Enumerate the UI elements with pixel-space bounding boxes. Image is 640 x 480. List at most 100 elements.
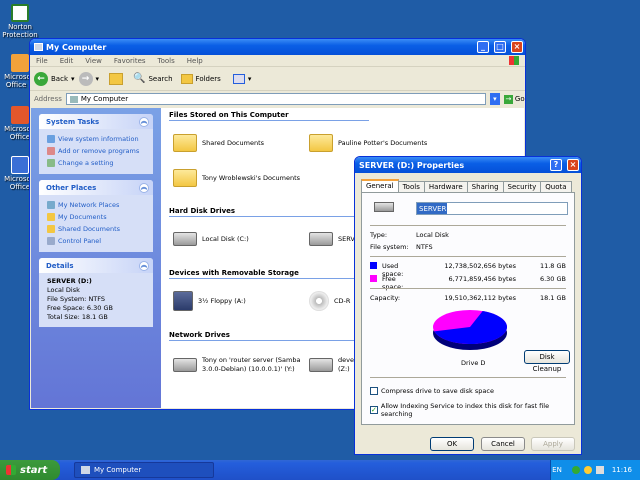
tab-general[interactable]: General <box>361 179 399 192</box>
item-pauline-documents[interactable]: Pauline Potter's Documents <box>309 134 427 152</box>
drive-name-input[interactable] <box>416 202 568 215</box>
desktop-icon-label: Norton Protection <box>2 23 38 39</box>
explorer-titlebar[interactable]: My Computer _ □ × <box>30 39 525 55</box>
other-places-header[interactable]: Other Places ︽ <box>39 180 153 195</box>
tray-icon[interactable] <box>595 466 604 474</box>
menu-bar: File Edit View Favorites Tools Help <box>30 55 525 67</box>
network-drive-icon <box>173 358 197 372</box>
item-local-disk-c[interactable]: Local Disk (C:) <box>173 232 249 246</box>
up-folder-icon[interactable] <box>109 72 124 85</box>
system-tasks-header[interactable]: System Tasks ︽ <box>39 114 153 129</box>
ok-button[interactable]: OK <box>430 437 474 451</box>
chevron-down-icon: ▾ <box>247 74 252 83</box>
item-network-z[interactable]: deve (Z:) <box>309 356 358 374</box>
tab-security[interactable]: Security <box>502 181 542 192</box>
detail-type: Local Disk <box>47 286 80 294</box>
maximize-button[interactable]: □ <box>494 41 506 53</box>
search-button[interactable]: 🔍 Search <box>133 73 173 84</box>
place-label: Shared Documents <box>58 225 121 233</box>
task-change-setting[interactable]: Change a setting <box>47 157 145 169</box>
chevron-down-icon: ▾ <box>71 74 75 83</box>
tray-icon[interactable] <box>583 466 592 474</box>
desktop-icon-norton[interactable]: Norton Protection <box>0 4 40 39</box>
tab-tools[interactable]: Tools <box>397 181 425 192</box>
views-button[interactable]: ▾ <box>232 73 252 84</box>
place-shared-documents[interactable]: Shared Documents <box>47 223 145 235</box>
checkbox-box: ✓ <box>370 406 378 414</box>
fs-row: File system: NTFS <box>370 243 433 251</box>
menu-view[interactable]: View <box>85 57 102 65</box>
task-view-system-info[interactable]: View system information <box>47 133 145 145</box>
task-label: Add or remove programs <box>58 147 140 155</box>
help-button[interactable]: ? <box>550 159 562 171</box>
compress-checkbox[interactable]: Compress drive to save disk space <box>370 387 494 395</box>
tab-hardware[interactable]: Hardware <box>423 181 468 192</box>
address-dropdown-icon[interactable]: ▾ <box>489 93 500 105</box>
address-input[interactable]: My Computer <box>65 93 486 105</box>
dialog-close-button[interactable]: × <box>567 159 579 171</box>
section-files: Files Stored on This Computer <box>169 111 369 121</box>
type-row: Type: Local Disk <box>370 231 449 239</box>
control-panel-icon <box>47 237 55 245</box>
place-control-panel[interactable]: Control Panel <box>47 235 145 247</box>
collapse-icon[interactable]: ︽ <box>139 116 149 127</box>
item-network-y[interactable]: Tony on 'router server (Samba 3.0.0-Debi… <box>173 356 303 374</box>
free-color-swatch <box>370 275 377 282</box>
item-server-d[interactable]: SERV <box>309 232 355 246</box>
tray-icon[interactable] <box>571 466 580 474</box>
item-cd-drive[interactable]: CD-R <box>309 291 350 311</box>
forward-arrow-icon: → <box>78 71 93 86</box>
windows-logo-icon <box>6 465 16 475</box>
fs-label: File system: <box>370 243 409 251</box>
item-label: Tony Wroblewski's Documents <box>202 173 301 182</box>
divider <box>370 225 566 226</box>
start-button[interactable]: start <box>0 460 60 480</box>
collapse-icon[interactable]: ︽ <box>139 260 149 271</box>
go-arrow-icon: → <box>503 94 513 104</box>
checkbox-box <box>370 387 378 395</box>
cancel-button[interactable]: Cancel <box>481 437 525 451</box>
close-button[interactable]: × <box>511 41 523 53</box>
network-icon <box>47 201 55 209</box>
item-label: Local Disk (C:) <box>202 234 249 243</box>
programs-icon <box>47 147 55 155</box>
computer-icon <box>34 43 43 51</box>
item-floppy-a[interactable]: 3½ Floppy (A:) <box>173 291 246 311</box>
place-network[interactable]: My Network Places <box>47 199 145 211</box>
checkbox-label: Allow Indexing Service to index this dis… <box>380 402 550 418</box>
capacity-bytes: 19,510,362,112 bytes <box>444 294 516 302</box>
menu-file[interactable]: File <box>36 57 48 65</box>
menu-edit[interactable]: Edit <box>60 57 74 65</box>
panel-title: Details <box>46 261 74 270</box>
tab-quota[interactable]: Quota <box>540 181 572 192</box>
type-value: Local Disk <box>416 231 449 239</box>
item-tony-documents[interactable]: Tony Wroblewski's Documents <box>173 169 300 187</box>
dialog-titlebar[interactable]: SERVER (D:) Properties ? × <box>355 157 581 173</box>
start-label: start <box>20 464 48 476</box>
task-add-remove-programs[interactable]: Add or remove programs <box>47 145 145 157</box>
disk-cleanup-button[interactable]: Disk Cleanup <box>524 350 570 373</box>
menu-help[interactable]: Help <box>187 57 203 65</box>
tab-sharing[interactable]: Sharing <box>466 181 504 192</box>
taskbar-item-my-computer[interactable]: My Computer <box>74 462 214 478</box>
item-shared-documents[interactable]: Shared Documents <box>173 134 264 152</box>
menu-favorites[interactable]: Favorites <box>114 57 146 65</box>
office-icon <box>11 54 29 72</box>
address-label: Address <box>34 95 62 103</box>
go-button[interactable]: → Go <box>503 94 525 104</box>
computer-icon <box>81 466 90 474</box>
network-drive-icon <box>309 358 333 372</box>
details-header[interactable]: Details ︽ <box>39 258 153 273</box>
dialog-tabs: General Tools Hardware Sharing Security … <box>361 179 572 192</box>
back-button[interactable]: ← Back ▾ <box>34 71 75 86</box>
minimize-button[interactable]: _ <box>477 41 489 53</box>
apply-button[interactable]: Apply <box>531 437 575 451</box>
indexing-checkbox[interactable]: ✓ Allow Indexing Service to index this di… <box>370 402 574 418</box>
forward-button[interactable]: → ▾ <box>78 71 99 86</box>
place-my-documents[interactable]: My Documents <box>47 211 145 223</box>
language-indicator[interactable]: EN <box>552 466 562 474</box>
folders-button[interactable]: Folders <box>180 73 221 84</box>
collapse-icon[interactable]: ︽ <box>139 182 149 193</box>
menu-tools[interactable]: Tools <box>158 57 175 65</box>
back-arrow-icon: ← <box>34 71 48 86</box>
